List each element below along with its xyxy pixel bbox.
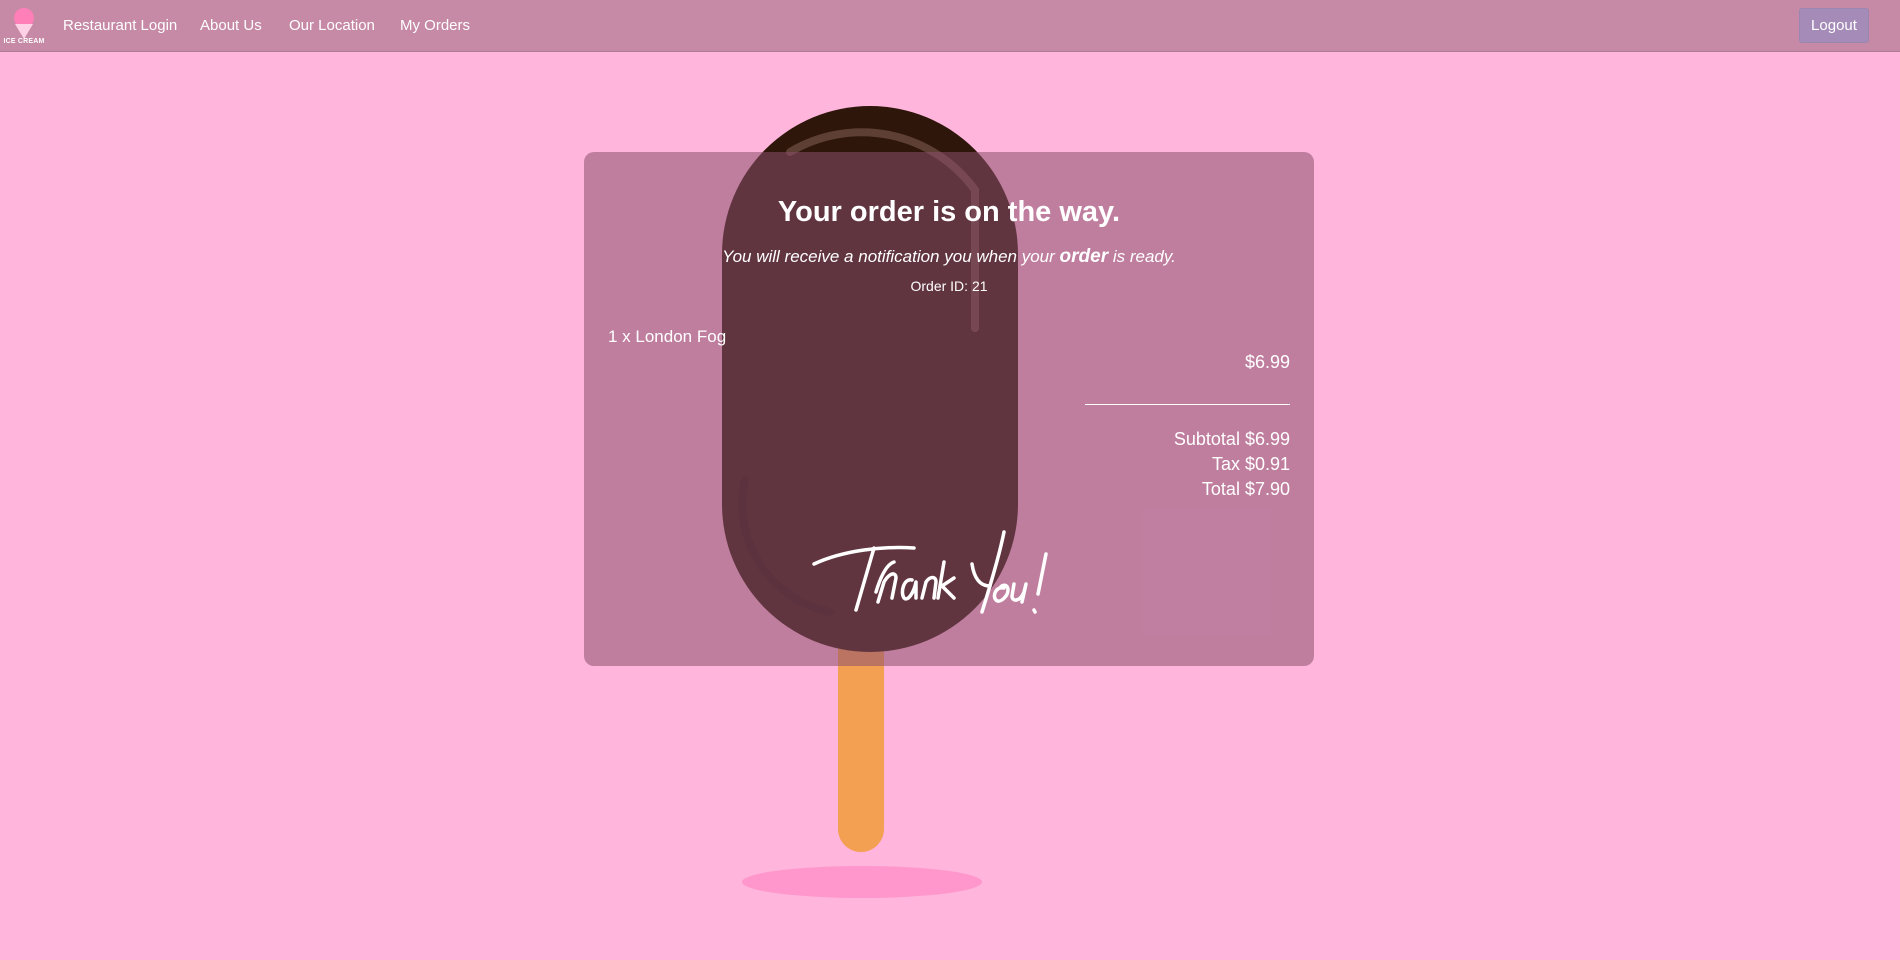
total: Total $7.90 [1201, 479, 1290, 499]
subtitle-emphasis: order [1059, 246, 1109, 267]
thank-you-signature [812, 530, 1048, 614]
tax: Tax $0.91 [1211, 454, 1290, 474]
subtitle-text-end: is ready. [1108, 247, 1176, 266]
order-subtitle: You will receive a notification you when… [584, 246, 1314, 268]
order-item-price: $6.99 [1244, 352, 1290, 372]
order-totals: Subtotal $6.99 Tax $0.91 Total $7.90 [1174, 427, 1290, 502]
order-title: Your order is on the way. [777, 196, 1121, 228]
totals-divider [1085, 404, 1290, 405]
order-id: Order ID: 21 [910, 278, 988, 294]
order-item-label: 1 x London Fog [608, 327, 727, 346]
subtitle-text-start: You will receive a notification you when… [722, 247, 1060, 266]
subtotal: Subtotal $6.99 [1173, 429, 1290, 449]
order-confirmation-card: Your order is on the way. You will recei… [584, 152, 1314, 666]
